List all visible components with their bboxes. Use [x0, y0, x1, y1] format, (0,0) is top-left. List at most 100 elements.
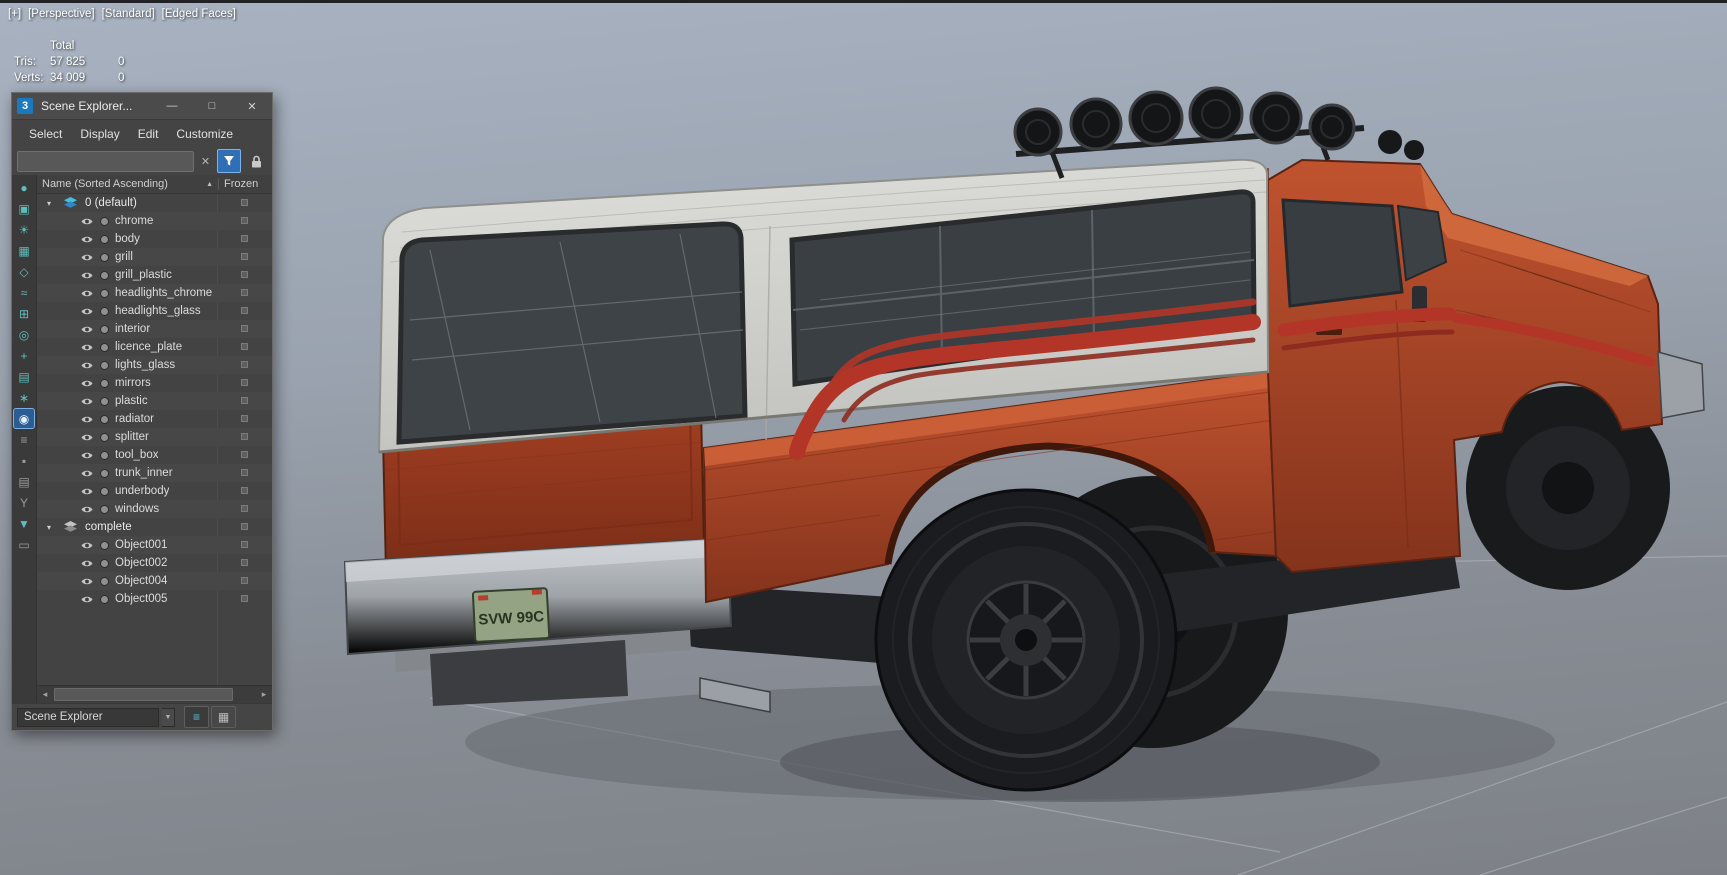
visibility-eye-icon[interactable]	[81, 289, 94, 298]
frozen-toggle[interactable]	[241, 469, 248, 476]
tree-item-row[interactable]: mirrors	[37, 374, 272, 392]
tree-item-row[interactable]: body	[37, 230, 272, 248]
render-toggle-icon[interactable]	[100, 396, 109, 406]
render-toggle-icon[interactable]	[100, 450, 109, 460]
minimize-button[interactable]: —	[159, 96, 185, 116]
frozen-toggle[interactable]	[241, 217, 248, 224]
frozen-toggle[interactable]	[241, 271, 248, 278]
name-column-header[interactable]: Name (Sorted Ascending)	[42, 178, 168, 190]
display-list-icon[interactable]: ≡	[14, 430, 34, 449]
frozen-toggle[interactable]	[241, 505, 248, 512]
visibility-eye-icon[interactable]	[81, 343, 94, 352]
visibility-eye-icon[interactable]	[81, 379, 94, 388]
menu-select[interactable]: Select	[20, 120, 71, 147]
menu-customize[interactable]: Customize	[167, 120, 242, 147]
expand-arrow-icon[interactable]: ▾	[47, 523, 58, 532]
frozen-toggle[interactable]	[241, 343, 248, 350]
frozen-toggle[interactable]	[241, 397, 248, 404]
display-shapes-icon[interactable]: ◇	[14, 262, 34, 281]
display-groups-icon[interactable]: ⊞	[14, 304, 34, 323]
frozen-toggle[interactable]	[241, 487, 248, 494]
tree-group-row[interactable]: ▾ complete	[37, 518, 272, 536]
viewport-menu-render-preset[interactable]: [Standard]	[102, 8, 155, 20]
frozen-toggle[interactable]	[241, 451, 248, 458]
viewport-menu-general[interactable]: [+]	[8, 8, 21, 20]
visibility-eye-icon[interactable]	[81, 361, 94, 370]
tree-item-row[interactable]: trunk_inner	[37, 464, 272, 482]
scene-explorer-titlebar[interactable]: 3 Scene Explorer... — □ ✕	[12, 93, 272, 120]
horizontal-scrollbar[interactable]: ◂ ▸	[37, 685, 272, 703]
visibility-eye-icon[interactable]	[81, 415, 94, 424]
frozen-toggle[interactable]	[241, 595, 248, 602]
display-bones-icon[interactable]: Y	[14, 493, 34, 512]
visibility-eye-icon[interactable]	[81, 235, 94, 244]
selection-filter-icon[interactable]: ▼	[14, 514, 34, 533]
tree-item-row[interactable]: splitter	[37, 428, 272, 446]
expand-arrow-icon[interactable]: ▾	[47, 199, 58, 208]
tree-item-row[interactable]: Object005	[37, 590, 272, 608]
display-properties-icon[interactable]: ▤	[14, 472, 34, 491]
display-spacewarps-icon[interactable]: ≈	[14, 283, 34, 302]
tree-item-row[interactable]: Object001	[37, 536, 272, 554]
scroll-thumb[interactable]	[54, 688, 233, 701]
scroll-left-icon[interactable]: ◂	[37, 689, 53, 700]
tree-item-row[interactable]: headlights_chrome	[37, 284, 272, 302]
sort-by-hierarchy-button[interactable]: ▦	[211, 706, 236, 728]
display-bag-icon[interactable]: ▭	[14, 535, 34, 554]
close-button[interactable]: ✕	[239, 96, 265, 116]
visibility-eye-icon[interactable]	[81, 307, 94, 316]
menu-display[interactable]: Display	[71, 120, 128, 147]
frozen-toggle[interactable]	[241, 541, 248, 548]
render-toggle-icon[interactable]	[100, 360, 109, 370]
frozen-toggle[interactable]	[241, 433, 248, 440]
scroll-right-icon[interactable]: ▸	[256, 689, 272, 700]
combobox-dropdown-icon[interactable]: ▼	[162, 707, 175, 727]
visibility-eye-icon[interactable]	[81, 433, 94, 442]
tree-item-row[interactable]: headlights_glass	[37, 302, 272, 320]
frozen-toggle[interactable]	[241, 199, 248, 206]
frozen-toggle[interactable]	[241, 325, 248, 332]
display-frozen-eye-icon[interactable]: ◉	[13, 408, 35, 429]
viewport-menu-shading[interactable]: [Edged Faces]	[162, 8, 236, 20]
render-toggle-icon[interactable]	[100, 216, 109, 226]
visibility-eye-icon[interactable]	[81, 451, 94, 460]
display-lights-icon[interactable]: ☀	[14, 220, 34, 239]
search-filter-button[interactable]	[217, 149, 241, 173]
visibility-eye-icon[interactable]	[81, 217, 94, 226]
display-xrefs-icon[interactable]: ◎	[14, 325, 34, 344]
tree-group-row[interactable]: ▾ 0 (default)	[37, 194, 272, 212]
license-plate[interactable]: SVW 99C	[471, 587, 551, 643]
render-toggle-icon[interactable]	[100, 540, 109, 550]
visibility-eye-icon[interactable]	[81, 397, 94, 406]
display-materials-icon[interactable]: ▪	[14, 451, 34, 470]
visibility-eye-icon[interactable]	[81, 577, 94, 586]
display-systems-icon[interactable]: ∗	[14, 388, 34, 407]
render-toggle-icon[interactable]	[100, 558, 109, 568]
sort-by-layer-button[interactable]: ≡	[184, 706, 209, 728]
clear-search-icon[interactable]: ✕	[198, 155, 213, 168]
render-toggle-icon[interactable]	[100, 288, 109, 298]
render-toggle-icon[interactable]	[100, 594, 109, 604]
tree-item-row[interactable]: grill	[37, 248, 272, 266]
visibility-eye-icon[interactable]	[81, 559, 94, 568]
render-toggle-icon[interactable]	[100, 378, 109, 388]
frozen-toggle[interactable]	[241, 253, 248, 260]
scroll-track[interactable]	[53, 686, 256, 703]
visibility-eye-icon[interactable]	[81, 505, 94, 514]
tree-item-row[interactable]: licence_plate	[37, 338, 272, 356]
tree-item-row[interactable]: radiator	[37, 410, 272, 428]
frozen-toggle[interactable]	[241, 235, 248, 242]
frozen-toggle[interactable]	[241, 361, 248, 368]
render-toggle-icon[interactable]	[100, 486, 109, 496]
render-toggle-icon[interactable]	[100, 342, 109, 352]
tree-item-row[interactable]: grill_plastic	[37, 266, 272, 284]
frozen-column-header[interactable]: Frozen	[218, 178, 272, 190]
render-toggle-icon[interactable]	[100, 270, 109, 280]
viewport-menu-pov[interactable]: [Perspective]	[28, 8, 94, 20]
render-toggle-icon[interactable]	[100, 576, 109, 586]
tree-item-row[interactable]: lights_glass	[37, 356, 272, 374]
tree-item-row[interactable]: plastic	[37, 392, 272, 410]
frozen-toggle[interactable]	[241, 289, 248, 296]
menu-edit[interactable]: Edit	[129, 120, 168, 147]
tree-item-row[interactable]: tool_box	[37, 446, 272, 464]
